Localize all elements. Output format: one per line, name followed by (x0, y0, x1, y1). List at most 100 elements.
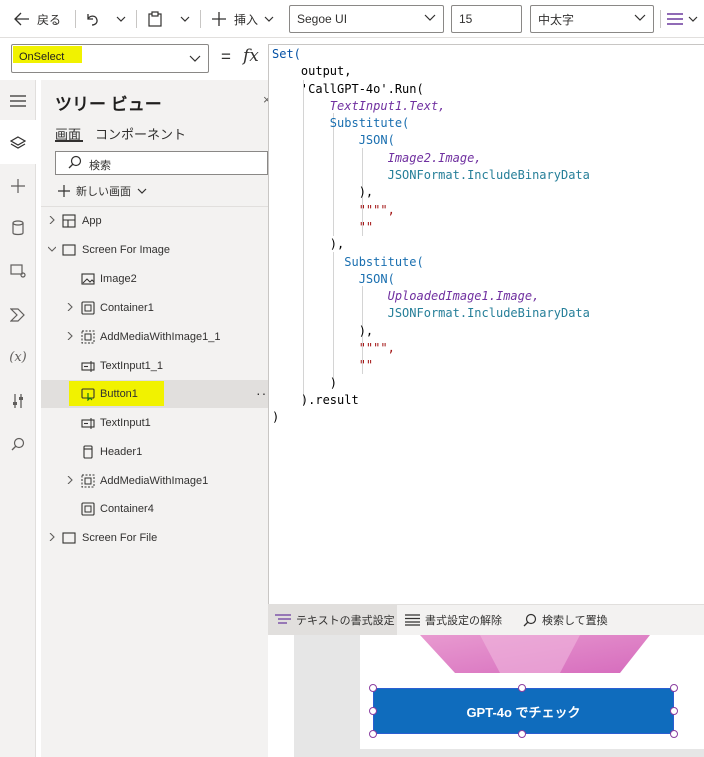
toolbar-divider (136, 10, 137, 28)
tree-item-label: Screen For File (82, 532, 158, 544)
code-line: "" (272, 219, 374, 234)
new-screen-button[interactable]: 新しい画面 (58, 183, 147, 199)
resize-handle[interactable] (670, 707, 678, 715)
tree-search-input[interactable] (55, 151, 268, 175)
resize-handle[interactable] (369, 684, 377, 692)
resize-handle[interactable] (670, 684, 678, 692)
tree-item-textinput1[interactable]: TextInput1 (41, 409, 268, 437)
chevron-down-icon (116, 16, 126, 22)
chevron-down-icon (264, 16, 274, 22)
chevron-right-icon[interactable] (48, 533, 56, 541)
toolbar-divider (660, 10, 661, 28)
font-family-select[interactable]: Segoe UI (289, 5, 444, 33)
tree-item-app[interactable]: App (41, 207, 268, 235)
code-line: output, (272, 64, 352, 79)
paste-menu-button[interactable] (180, 0, 190, 38)
media-group-icon (81, 330, 95, 344)
code-line: Substitute( (272, 254, 424, 269)
database-icon[interactable] (8, 218, 28, 238)
hamburger-menu-icon[interactable] (8, 91, 28, 111)
search-icon (68, 155, 82, 169)
undo-menu-button[interactable] (116, 0, 126, 38)
align-lines-icon (667, 13, 683, 25)
code-line: """", (272, 341, 395, 356)
layers-icon[interactable] (8, 133, 28, 153)
insert-button[interactable]: 挿入 (212, 0, 274, 38)
code-line: UploadedImage1.Image, (272, 289, 540, 304)
undo-button[interactable] (84, 0, 100, 38)
gpt-check-button[interactable]: GPT-4o でチェック (373, 688, 674, 734)
toolbar-divider (75, 10, 76, 28)
tree-view-title: ツリー ビュー (55, 95, 162, 114)
tree-item-screen-for-file[interactable]: Screen For File (41, 524, 268, 552)
find-replace-button[interactable]: 検索して置換 (523, 604, 608, 635)
chevron-right-icon[interactable] (48, 216, 56, 224)
tree-item-container4[interactable]: Container4 (41, 495, 268, 523)
screen-icon (62, 244, 76, 256)
code-line: ) (272, 375, 338, 390)
tree-item-addmediawithimage1-1[interactable]: AddMediaWithImage1_1 (41, 323, 268, 351)
tab-components[interactable]: コンポーネント (95, 124, 186, 143)
text-align-button[interactable] (667, 0, 698, 38)
header-icon (83, 445, 93, 459)
media-icon[interactable] (8, 261, 28, 281)
code-line: JSON( (272, 271, 395, 286)
fx-icon[interactable]: fx (243, 46, 259, 66)
tree-item-label: Image2 (100, 273, 137, 285)
advanced-tools-icon[interactable] (8, 391, 28, 411)
tree-item-label: Screen For Image (82, 244, 171, 256)
search-icon[interactable] (8, 434, 28, 454)
plus-icon (58, 185, 70, 197)
tree-item-header1[interactable]: Header1 (41, 438, 268, 466)
tree-item-addmediawithimage1[interactable]: AddMediaWithImage1 (41, 467, 268, 495)
chevron-down-icon (137, 188, 147, 194)
remove-format-button[interactable]: 書式設定の解除 (405, 604, 502, 635)
toolbar-divider (200, 10, 201, 28)
code-line: ), (272, 323, 374, 338)
undo-icon (87, 14, 98, 26)
button-icon (81, 388, 95, 401)
resize-handle[interactable] (670, 730, 678, 738)
back-button[interactable]: 戻る (14, 0, 61, 38)
media-group-icon (81, 474, 95, 488)
insert-label: 挿入 (234, 12, 259, 27)
format-text-button[interactable]: テキストの書式設定 (275, 604, 395, 635)
image-icon (81, 273, 95, 285)
search-placeholder: 検索 (89, 160, 111, 172)
tree-item-container1[interactable]: Container1 (41, 294, 268, 322)
tree-item-screen-for-image[interactable]: Screen For Image (41, 236, 268, 264)
paste-button[interactable] (148, 0, 162, 38)
chevron-right-icon[interactable] (66, 332, 74, 340)
property-value: OnSelect (19, 51, 65, 63)
text-input-icon (81, 361, 95, 372)
font-weight-select[interactable]: 中太字 (530, 5, 654, 33)
remove-format-icon (405, 613, 420, 626)
resize-handle[interactable] (518, 730, 526, 738)
code-line: Set( (272, 47, 301, 61)
resize-handle[interactable] (369, 730, 377, 738)
remove-format-label: 書式設定の解除 (425, 614, 502, 627)
text-input-icon (81, 418, 95, 429)
code-line: TextInput1.Text, (272, 98, 446, 113)
chevron-right-icon[interactable] (66, 476, 74, 484)
resize-handle[interactable] (369, 707, 377, 715)
tree-item-label: App (82, 215, 102, 227)
code-line: ).result (272, 392, 359, 407)
chevron-down-icon[interactable] (189, 55, 201, 63)
chevron-down-icon[interactable] (48, 245, 56, 253)
font-size-input[interactable]: 15 (451, 5, 522, 33)
tree-item-image2[interactable]: Image2 (41, 265, 268, 293)
format-text-label: テキストの書式設定 (296, 614, 395, 627)
tree-item-textinput1-1[interactable]: TextInput1_1 (41, 352, 268, 380)
new-screen-label: 新しい画面 (76, 186, 131, 198)
chevron-right-icon[interactable] (66, 303, 74, 311)
variables-icon[interactable]: (x) (8, 347, 28, 367)
tree-item-label: Container1 (100, 302, 154, 314)
power-automate-icon[interactable] (8, 305, 28, 325)
insert-plus-icon[interactable] (8, 176, 28, 196)
resize-handle[interactable] (518, 684, 526, 692)
code-line: JSON( (272, 133, 395, 148)
code-line: "" (272, 358, 374, 373)
code-line: JSONFormat.IncludeBinaryData (272, 306, 590, 321)
decorative-shape (420, 635, 650, 673)
